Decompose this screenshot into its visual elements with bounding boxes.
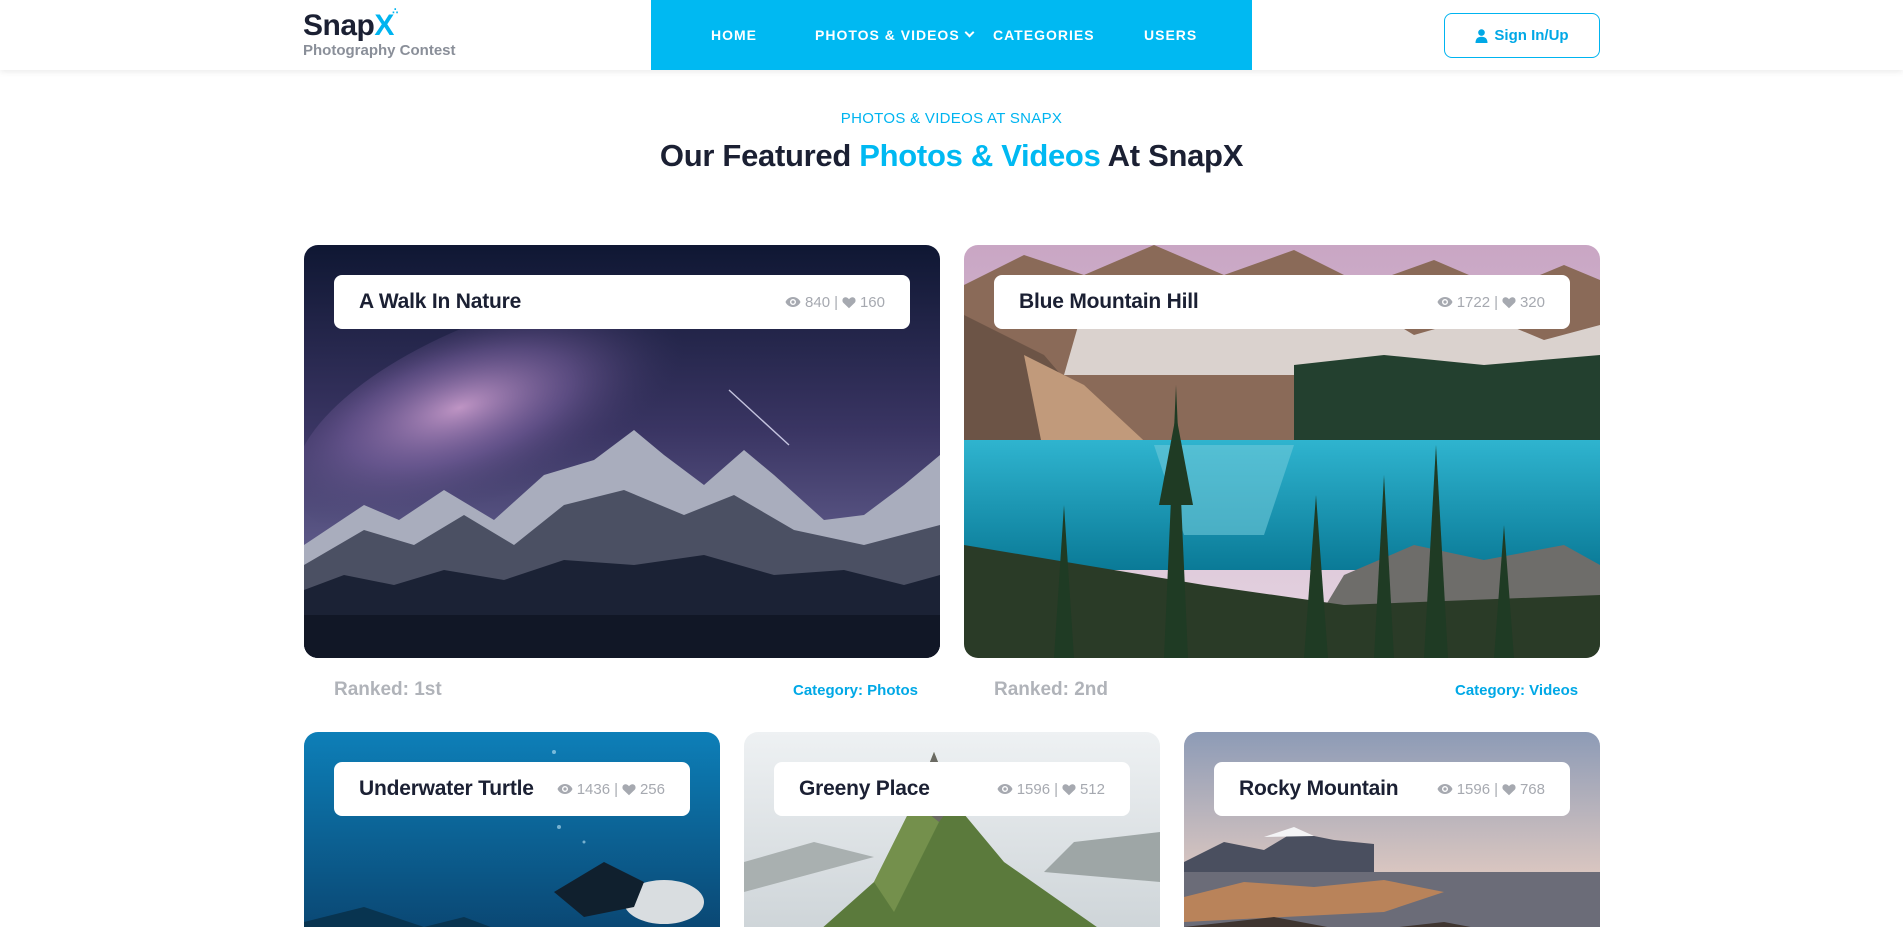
featured-card[interactable]: A Walk In Nature 840 | 160 [304, 245, 940, 658]
featured-card[interactable]: Blue Mountain Hill 1722 | 320 [964, 245, 1600, 658]
eye-icon [997, 784, 1013, 794]
card-label: Blue Mountain Hill 1722 | 320 [994, 275, 1570, 329]
rank-label: Ranked: 2nd [994, 679, 1109, 700]
category-link[interactable]: Category: Photos [793, 682, 918, 699]
eye-icon [557, 784, 573, 794]
heart-icon [1502, 296, 1516, 308]
photo-card[interactable]: Rocky Mountain 1596 | 768 [1184, 732, 1600, 927]
card-title: Blue Mountain Hill [1019, 290, 1199, 313]
card-title: A Walk In Nature [359, 290, 522, 313]
category-link[interactable]: Category: Videos [1455, 682, 1578, 699]
site-header: SnapX ∴ Photography Contest HOME PHOTOS &… [0, 0, 1903, 70]
card-stats: 1722 | 320 [1437, 294, 1545, 311]
section-title: Our Featured Photos & Videos At SnapX [659, 138, 1244, 173]
photo-card[interactable]: Greeny Place 1596 | 512 [744, 732, 1160, 927]
site-logo[interactable]: SnapX ∴ Photography Contest [303, 6, 456, 60]
card-label: Rocky Mountain 1596 | 768 [1214, 762, 1570, 816]
heart-icon [842, 296, 856, 308]
heart-icon [1502, 783, 1516, 795]
card-title: Greeny Place [799, 777, 930, 800]
logo-tagline: Photography Contest [303, 42, 456, 59]
card-label: Greeny Place 1596 | 512 [774, 762, 1130, 816]
nav-users[interactable]: USERS [1144, 0, 1197, 70]
card-stats: 1436 | 256 [557, 781, 665, 798]
card-label: Underwater Turtle 1436 | 256 [334, 762, 690, 816]
card-stats: 840 | 160 [785, 294, 885, 311]
heart-icon [622, 783, 636, 795]
logo-wordmark: SnapX ∴ [303, 6, 398, 43]
nav-photos-videos[interactable]: PHOTOS & VIDEOS [815, 0, 975, 70]
user-icon [1475, 28, 1488, 43]
card-label: A Walk In Nature 840 | 160 [334, 275, 910, 329]
photo-card[interactable]: Underwater Turtle 1436 | 256 [304, 732, 720, 927]
chevron-down-icon [964, 27, 975, 38]
section-eyebrow: PHOTOS & VIDEOS AT SNAPX [840, 110, 1063, 127]
eye-icon [1437, 784, 1453, 794]
main-nav: HOME PHOTOS & VIDEOS CATEGORIES USERS [651, 0, 1252, 70]
card-stats: 1596 | 768 [1437, 781, 1545, 798]
card-title: Underwater Turtle [359, 777, 534, 800]
sign-in-button[interactable]: Sign In/Up [1444, 13, 1600, 58]
logo-sparkle-icon: ∴ [392, 6, 398, 16]
eye-icon [785, 297, 801, 307]
nav-categories[interactable]: CATEGORIES [993, 0, 1095, 70]
eye-icon [1437, 297, 1453, 307]
card-title: Rocky Mountain [1239, 777, 1399, 800]
heart-icon [1062, 783, 1076, 795]
nav-home[interactable]: HOME [711, 0, 757, 70]
rank-label: Ranked: 1st [334, 679, 442, 700]
card-stats: 1596 | 512 [997, 781, 1105, 798]
